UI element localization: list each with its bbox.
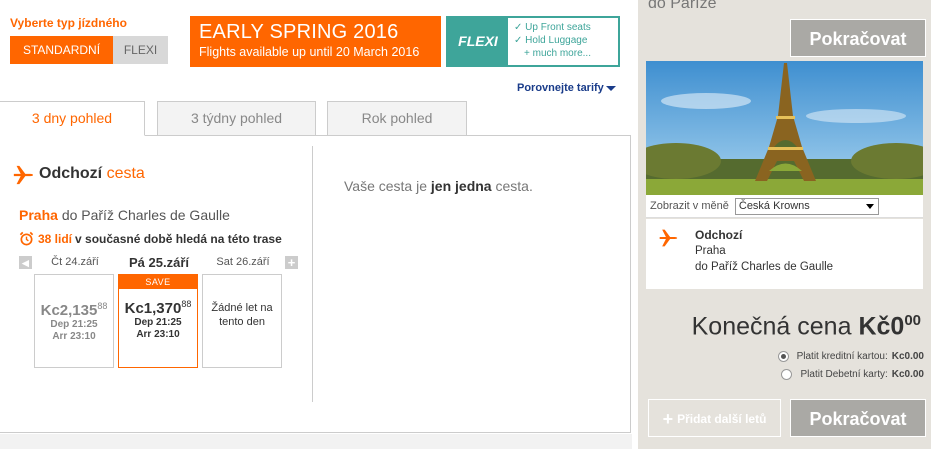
final-price-cents: 00 <box>904 312 921 329</box>
pay-credit-label: Platit kreditní kartou: <box>796 351 888 362</box>
one-way-bold: jen jedna <box>430 178 492 194</box>
tab-3-weeks[interactable]: 3 týdny pohled <box>157 101 316 136</box>
flexi-banner[interactable]: FLEXI ✓ Up Front seats ✓ Hold Luggage + … <box>446 16 620 67</box>
alarm-clock-icon <box>19 231 34 246</box>
one-way-pre: Vaše cesta je <box>344 178 428 194</box>
debit-card-radio[interactable] <box>781 369 793 380</box>
fare-price-main: Kc2,135 <box>40 302 98 319</box>
day-label-selected: Pá 25.září <box>129 255 189 270</box>
one-way-message: Vaše cesta je jen jedna cesta. <box>344 178 533 194</box>
origin-city: Praha <box>19 207 58 223</box>
compare-fares-link[interactable]: Porovnejte tarify <box>517 82 616 94</box>
day-label: Čt 24.září <box>51 256 99 268</box>
currency-select[interactable]: Česká Krowns <box>734 197 879 215</box>
flight-summary-box: Odchozí Praha do Paříž Charles de Gaulle <box>646 219 923 289</box>
booking-summary-sidebar: do Paříže Pokračovat Zobrazit v měně Čes… <box>638 0 931 449</box>
bottom-strip <box>0 434 632 449</box>
flexi-banner-list: ✓ Up Front seats ✓ Hold Luggage + much m… <box>508 18 597 65</box>
tab-3-days[interactable]: 3 dny pohled <box>0 101 145 136</box>
route-text: Praha do Paříž Charles de Gaulle <box>19 207 230 223</box>
currency-value: Česká Krowns <box>738 199 810 212</box>
fare-standard-button[interactable]: STANDARDNÍ <box>10 36 113 64</box>
fare-price-cents: 88 <box>181 299 192 309</box>
final-price: Konečná cena Kč000 <box>692 312 921 341</box>
fare-price: Kc1,37088 <box>119 299 197 317</box>
promo-banner[interactable]: EARLY SPRING 2016 Flights available up u… <box>190 16 441 67</box>
dropdown-arrow-icon <box>865 203 874 209</box>
credit-card-radio[interactable] <box>777 351 789 362</box>
fare-price-main: Kc1,370 <box>124 300 182 317</box>
flight-selection-area: Vyberte typ jízdného STANDARDNÍ FLEXI EA… <box>0 0 632 449</box>
pay-debit-row: Platit Debetní karty: Kc0.00 <box>781 369 924 380</box>
pay-credit-amount: Kc0.00 <box>891 351 924 362</box>
pay-debit-amount: Kc0.00 <box>891 369 924 380</box>
chevron-down-icon <box>605 85 616 91</box>
summary-title: Odchozí <box>695 228 743 242</box>
pay-credit-row: Platit kreditní kartou: Kc0.00 <box>777 351 924 362</box>
no-flight-text: Žádné let na tento den <box>211 302 273 328</box>
final-price-label: Konečná cena <box>691 312 852 341</box>
day-fare-card[interactable]: Kc2,13588 Dep 21:25 Arr 23:10 <box>34 274 114 368</box>
next-day-button[interactable]: + <box>285 256 298 269</box>
watchers-count: 38 lidí <box>38 231 73 246</box>
arrival-time: Arr 23:10 <box>136 329 180 340</box>
fare-type-label: Vyberte typ jízdného <box>10 16 127 30</box>
fare-flexi-button[interactable]: FLEXI <box>113 36 168 64</box>
panel-divider <box>312 146 313 402</box>
fare-price: Kc2,13588 <box>35 301 113 319</box>
save-badge: SAVE <box>119 275 197 289</box>
outbound-title-text: Odchozí <box>39 165 103 182</box>
promo-subtitle: Flights available up until 20 March 2016 <box>199 45 420 59</box>
watchers-text: v současné době hledá na této trase <box>75 231 282 246</box>
add-flight-label: Přidat další letů <box>677 412 767 426</box>
airplane-icon <box>659 229 678 247</box>
currency-label: Zobrazit v měně <box>650 200 729 212</box>
departure-time: Dep 21:25 <box>50 319 98 330</box>
flexi-feature: ✓ Hold Luggage <box>514 35 588 46</box>
continue-button[interactable]: Pokračovat <box>790 399 926 437</box>
currency-row: Zobrazit v měně Česká Krowns <box>646 195 923 218</box>
arrival-time: Arr 23:10 <box>52 331 96 342</box>
compare-fares-label: Porovnejte tarify <box>517 82 604 94</box>
watchers-info: 38 lidí v současné době hledá na této tr… <box>19 231 282 246</box>
day-fare-card-selected[interactable]: SAVE Kc1,37088 Dep 21:25 Arr 23:10 <box>118 274 198 368</box>
outbound-title: Odchozí cesta <box>39 165 145 183</box>
fare-type-toggle: STANDARDNÍ FLEXI <box>10 36 168 64</box>
fare-price-cents: 88 <box>97 301 108 311</box>
day-no-flight-card: Žádné let na tento den <box>202 274 282 368</box>
pay-debit-label: Platit Debetní karty: <box>800 369 888 380</box>
summary-origin: Praha <box>695 245 726 257</box>
promo-title: EARLY SPRING 2016 <box>199 21 399 43</box>
continue-button[interactable]: Pokračovat <box>790 19 926 57</box>
final-price-value: Kč0 <box>858 312 905 341</box>
sidebar-title: do Paříže <box>648 0 717 12</box>
day-label: Sat 26.září <box>216 256 270 268</box>
flexi-feature: + much more... <box>524 48 591 59</box>
departure-time: Dep 21:25 <box>134 317 182 328</box>
flexi-feature: ✓ Up Front seats <box>514 22 591 33</box>
flexi-banner-name: FLEXI <box>448 18 508 65</box>
destination-text: do Paříž Charles de Gaulle <box>61 207 230 223</box>
add-flight-button[interactable]: + Přidat další letů <box>648 399 781 437</box>
plus-icon: + <box>662 409 674 429</box>
outbound-title-accent: cesta <box>106 165 145 182</box>
destination-photo <box>646 61 923 195</box>
one-way-post: cesta. <box>495 178 533 194</box>
summary-destination: do Paříž Charles de Gaulle <box>695 261 834 273</box>
previous-day-button[interactable]: ◂ <box>19 256 32 269</box>
airplane-icon <box>13 165 34 185</box>
tab-year[interactable]: Rok pohled <box>327 101 467 136</box>
